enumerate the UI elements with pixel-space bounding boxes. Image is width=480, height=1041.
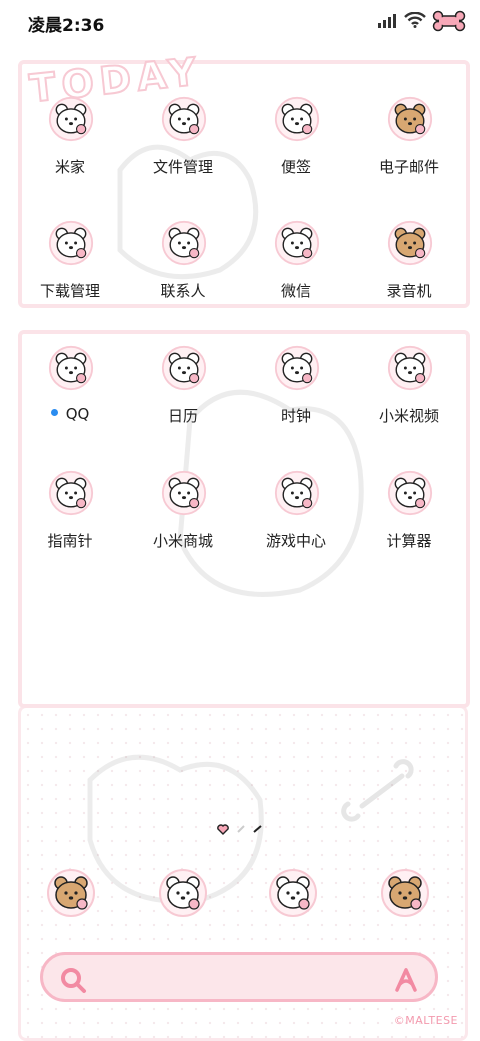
- bear-clock-icon[interactable]: [274, 345, 320, 391]
- app-2[interactable]: 文件管理: [127, 96, 239, 196]
- bone-battery-icon: [432, 10, 466, 32]
- bear-download-icon[interactable]: [48, 220, 94, 266]
- app-7[interactable]: 微信: [240, 220, 352, 320]
- app-label: 录音机: [386, 282, 432, 300]
- app-1[interactable]: 米家: [14, 96, 126, 196]
- app-label: 微信: [280, 282, 311, 300]
- app-label: 米家: [54, 158, 85, 176]
- app-label: 文件管理: [152, 158, 213, 176]
- bear-contacts-icon[interactable]: [161, 220, 207, 266]
- bear-notes-icon[interactable]: [274, 96, 320, 142]
- app-label: 小米商城: [152, 532, 213, 550]
- page-indicator: [217, 824, 262, 835]
- app-label: 指南针: [47, 532, 93, 550]
- app-3[interactable]: 便签: [240, 96, 352, 196]
- bear-mail-icon[interactable]: [387, 96, 433, 142]
- status-time: 凌晨2:36: [28, 16, 105, 36]
- app-11[interactable]: 时钟: [240, 345, 352, 445]
- app-label: 电子邮件: [378, 158, 439, 176]
- app-9[interactable]: QQ: [14, 345, 126, 445]
- app-4[interactable]: 电子邮件: [353, 96, 465, 196]
- bear-mijia-icon[interactable]: [48, 96, 94, 142]
- app-5[interactable]: 下载管理: [14, 220, 126, 320]
- assistant-icon[interactable]: [393, 967, 419, 993]
- copyright-text: ©MALTESE: [393, 1014, 458, 1027]
- app-15[interactable]: 游戏中心: [240, 470, 352, 570]
- bear-browser-icon[interactable]: [380, 868, 430, 918]
- app-14[interactable]: 小米商城: [127, 470, 239, 570]
- app-13[interactable]: 指南针: [14, 470, 126, 570]
- app-10[interactable]: 日历: [127, 345, 239, 445]
- app-label: 日历: [167, 407, 198, 425]
- bear-mall-icon[interactable]: [161, 470, 207, 516]
- bear-calendar-icon[interactable]: [161, 345, 207, 391]
- bear-phone-icon[interactable]: [46, 868, 96, 918]
- bear-messages-icon[interactable]: [158, 868, 208, 918]
- bear-compass-icon[interactable]: [48, 470, 94, 516]
- bear-recorder-icon[interactable]: [387, 220, 433, 266]
- app-6[interactable]: 联系人: [127, 220, 239, 320]
- bear-game-icon[interactable]: [274, 470, 320, 516]
- search-bar[interactable]: [40, 952, 438, 1002]
- app-label: 小米视频: [378, 407, 439, 425]
- signal-icon: [378, 14, 396, 28]
- dock-item-1[interactable]: [18, 868, 130, 924]
- app-label: 时钟: [280, 407, 311, 425]
- app-8[interactable]: 录音机: [353, 220, 465, 320]
- bear-camera-icon[interactable]: [268, 868, 318, 918]
- bear-wechat-icon[interactable]: [274, 220, 320, 266]
- dock-item-4[interactable]: [352, 868, 464, 924]
- bear-video-icon[interactable]: [387, 345, 433, 391]
- dock-item-2[interactable]: [130, 868, 242, 924]
- app-label: QQ: [14, 405, 126, 423]
- app-label: 游戏中心: [265, 532, 326, 550]
- wifi-icon: [404, 12, 426, 28]
- search-icon[interactable]: [59, 966, 87, 994]
- app-12[interactable]: 小米视频: [353, 345, 465, 445]
- dock-item-3[interactable]: [240, 868, 352, 924]
- app-label: 联系人: [160, 282, 206, 300]
- new-badge: [50, 409, 58, 416]
- status-bar: 凌晨2:36: [0, 0, 480, 42]
- app-label: 便签: [280, 158, 311, 176]
- app-16[interactable]: 计算器: [353, 470, 465, 570]
- app-label: 计算器: [386, 532, 432, 550]
- bear-calculator-icon[interactable]: [387, 470, 433, 516]
- app-label: 下载管理: [39, 282, 100, 300]
- bear-qq-icon[interactable]: [48, 345, 94, 391]
- bear-files-icon[interactable]: [161, 96, 207, 142]
